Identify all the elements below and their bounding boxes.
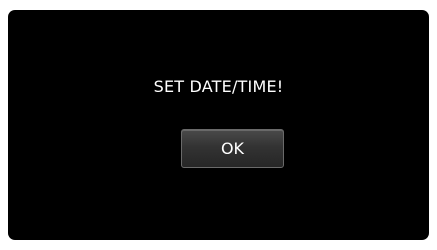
camera-lcd-screen: SET DATE/TIME! OK — [8, 10, 429, 240]
set-date-time-message: SET DATE/TIME! — [153, 77, 284, 96]
ok-button[interactable]: OK — [181, 129, 284, 168]
